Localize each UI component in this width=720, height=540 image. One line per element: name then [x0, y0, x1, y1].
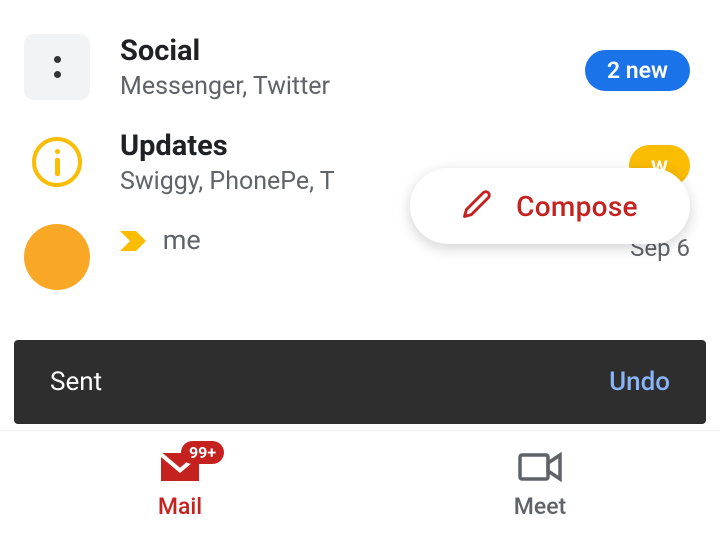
nav-mail[interactable]: 99+ Mail: [0, 431, 360, 540]
new-badge: 2 new: [585, 50, 690, 91]
category-title: Updates: [120, 129, 696, 163]
sender-name: me: [163, 224, 201, 256]
nav-label: Meet: [514, 493, 566, 520]
nav-meet[interactable]: Meet: [360, 431, 720, 540]
social-avatar: [24, 34, 90, 100]
important-icon: [120, 226, 146, 258]
undo-button[interactable]: Undo: [609, 367, 670, 397]
category-row-social[interactable]: Social Messenger, Twitter 2 new: [0, 20, 720, 115]
snackbar: Sent Undo: [14, 340, 706, 424]
pencil-icon: [462, 189, 492, 223]
compose-label: Compose: [516, 190, 638, 223]
unread-count-badge: 99+: [181, 441, 224, 464]
sender-avatar: [24, 224, 90, 290]
compose-button[interactable]: Compose: [410, 168, 690, 244]
info-icon: [32, 137, 82, 187]
video-icon: [518, 451, 562, 487]
updates-avatar: [24, 129, 90, 195]
bottom-navigation: 99+ Mail Meet: [0, 430, 720, 540]
mail-icon: 99+: [159, 451, 201, 487]
people-icon: [54, 56, 61, 78]
snackbar-text: Sent: [50, 367, 102, 397]
nav-label: Mail: [158, 493, 202, 520]
